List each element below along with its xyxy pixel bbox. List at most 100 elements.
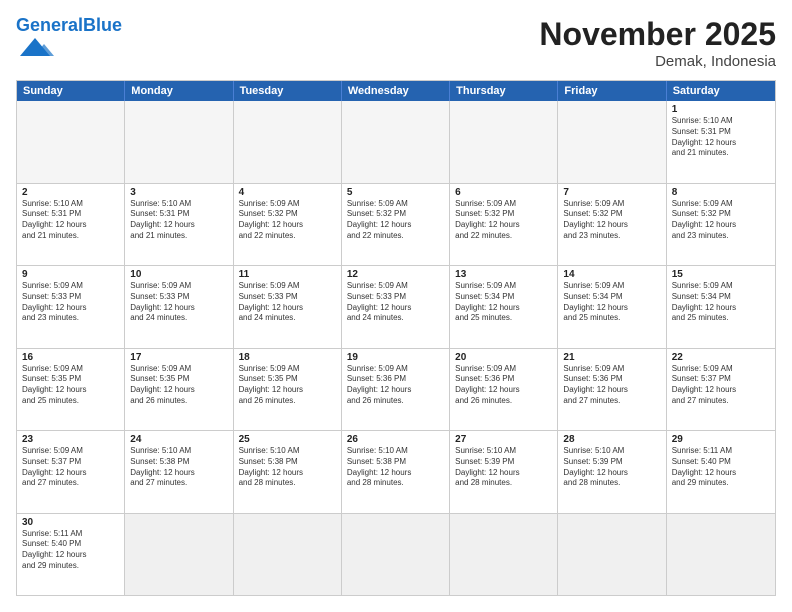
title-block: November 2025 Demak, Indonesia — [539, 16, 776, 70]
day-number: 23 — [22, 434, 119, 445]
calendar-day-cell — [667, 514, 775, 596]
day-info: Sunrise: 5:09 AM Sunset: 5:37 PM Dayligh… — [22, 446, 119, 489]
calendar-day-cell: 20Sunrise: 5:09 AM Sunset: 5:36 PM Dayli… — [450, 349, 558, 431]
day-number: 29 — [672, 434, 770, 445]
calendar-subtitle: Demak, Indonesia — [539, 53, 776, 70]
calendar-day-cell: 3Sunrise: 5:10 AM Sunset: 5:31 PM Daylig… — [125, 184, 233, 266]
day-info: Sunrise: 5:09 AM Sunset: 5:32 PM Dayligh… — [239, 199, 336, 242]
calendar-day-cell: 4Sunrise: 5:09 AM Sunset: 5:32 PM Daylig… — [234, 184, 342, 266]
calendar-day-cell: 21Sunrise: 5:09 AM Sunset: 5:36 PM Dayli… — [558, 349, 666, 431]
day-number: 14 — [563, 269, 660, 280]
logo-text: GeneralBlue — [16, 16, 122, 36]
day-number: 2 — [22, 187, 119, 198]
calendar-body: 1 Sunrise: 5:10 AM Sunset: 5:31 PM Daylig… — [17, 101, 775, 595]
calendar-day-cell — [234, 101, 342, 183]
calendar-day-cell — [342, 514, 450, 596]
day-info: Sunrise: 5:09 AM Sunset: 5:34 PM Dayligh… — [672, 281, 770, 324]
calendar-week-row: 1Sunrise: 5:10 AM Sunset: 5:31 PM Daylig… — [17, 101, 775, 183]
day-info: Sunrise: 5:09 AM Sunset: 5:32 PM Dayligh… — [672, 199, 770, 242]
calendar-day-cell: 18Sunrise: 5:09 AM Sunset: 5:35 PM Dayli… — [234, 349, 342, 431]
day-number: 3 — [130, 187, 227, 198]
calendar-header-cell: Wednesday — [342, 81, 450, 101]
calendar-day-cell: 28Sunrise: 5:10 AM Sunset: 5:39 PM Dayli… — [558, 431, 666, 513]
calendar-day-cell: 16Sunrise: 5:09 AM Sunset: 5:35 PM Dayli… — [17, 349, 125, 431]
day-info: Sunrise: 5:09 AM Sunset: 5:35 PM Dayligh… — [130, 364, 227, 407]
calendar-header-cell: Sunday — [17, 81, 125, 101]
day-info: Sunrise: 5:09 AM Sunset: 5:37 PM Dayligh… — [672, 364, 770, 407]
day-number: 11 — [239, 269, 336, 280]
calendar-day-cell — [234, 514, 342, 596]
day-number: 13 — [455, 269, 552, 280]
calendar-day-cell: 8Sunrise: 5:09 AM Sunset: 5:32 PM Daylig… — [667, 184, 775, 266]
calendar-header-cell: Monday — [125, 81, 233, 101]
day-number: 15 — [672, 269, 770, 280]
calendar-day-cell: 13Sunrise: 5:09 AM Sunset: 5:34 PM Dayli… — [450, 266, 558, 348]
calendar-header-row: SundayMondayTuesdayWednesdayThursdayFrid… — [17, 81, 775, 101]
day-number: 20 — [455, 352, 552, 363]
header: GeneralBlue November 2025 Demak, Indones… — [16, 16, 776, 70]
calendar-day-cell: 10Sunrise: 5:09 AM Sunset: 5:33 PM Dayli… — [125, 266, 233, 348]
day-number: 5 — [347, 187, 444, 198]
day-info: Sunrise: 5:09 AM Sunset: 5:32 PM Dayligh… — [347, 199, 444, 242]
calendar-week-row: 16 Sunrise: 5:09 AM Sunset: 5:35 PM Dayli… — [17, 348, 775, 431]
calendar-day-cell — [125, 514, 233, 596]
calendar-day-cell: 9Sunrise: 5:09 AM Sunset: 5:33 PM Daylig… — [17, 266, 125, 348]
day-info: Sunrise: 5:09 AM Sunset: 5:36 PM Dayligh… — [347, 364, 444, 407]
day-number: 17 — [130, 352, 227, 363]
day-number: 16 — [22, 352, 119, 363]
calendar-header-cell: Tuesday — [234, 81, 342, 101]
day-number: 12 — [347, 269, 444, 280]
calendar-day-cell: 26Sunrise: 5:10 AM Sunset: 5:38 PM Dayli… — [342, 431, 450, 513]
day-number: 22 — [672, 352, 770, 363]
day-number: 30 — [22, 517, 119, 528]
calendar-day-cell: 1Sunrise: 5:10 AM Sunset: 5:31 PM Daylig… — [667, 101, 775, 183]
logo-general: General — [16, 15, 83, 35]
day-info: Sunrise: 5:10 AM Sunset: 5:39 PM Dayligh… — [563, 446, 660, 489]
day-info: Sunrise: 5:09 AM Sunset: 5:32 PM Dayligh… — [563, 199, 660, 242]
calendar-week-row: 9 Sunrise: 5:09 AM Sunset: 5:33 PM Daylig… — [17, 265, 775, 348]
day-info: Sunrise: 5:09 AM Sunset: 5:33 PM Dayligh… — [239, 281, 336, 324]
day-number: 6 — [455, 187, 552, 198]
day-info: Sunrise: 5:09 AM Sunset: 5:33 PM Dayligh… — [347, 281, 444, 324]
calendar-day-cell: 7Sunrise: 5:09 AM Sunset: 5:32 PM Daylig… — [558, 184, 666, 266]
calendar-day-cell: 2Sunrise: 5:10 AM Sunset: 5:31 PM Daylig… — [17, 184, 125, 266]
day-number: 19 — [347, 352, 444, 363]
day-info: Sunrise: 5:11 AM Sunset: 5:40 PM Dayligh… — [672, 446, 770, 489]
calendar-day-cell: 24Sunrise: 5:10 AM Sunset: 5:38 PM Dayli… — [125, 431, 233, 513]
calendar-header-cell: Thursday — [450, 81, 558, 101]
calendar-day-cell: 30Sunrise: 5:11 AM Sunset: 5:40 PM Dayli… — [17, 514, 125, 596]
day-number: 26 — [347, 434, 444, 445]
day-number: 1 — [672, 104, 770, 115]
calendar-day-cell: 29Sunrise: 5:11 AM Sunset: 5:40 PM Dayli… — [667, 431, 775, 513]
calendar-day-cell — [342, 101, 450, 183]
calendar-day-cell: 6Sunrise: 5:09 AM Sunset: 5:32 PM Daylig… — [450, 184, 558, 266]
calendar-day-cell: 14Sunrise: 5:09 AM Sunset: 5:34 PM Dayli… — [558, 266, 666, 348]
day-number: 24 — [130, 434, 227, 445]
day-number: 9 — [22, 269, 119, 280]
calendar-week-row: 23Sunrise: 5:09 AM Sunset: 5:37 PM Dayli… — [17, 430, 775, 513]
calendar-day-cell: 25Sunrise: 5:10 AM Sunset: 5:38 PM Dayli… — [234, 431, 342, 513]
logo-icon — [16, 38, 54, 56]
day-info: Sunrise: 5:09 AM Sunset: 5:36 PM Dayligh… — [563, 364, 660, 407]
day-info: Sunrise: 5:09 AM Sunset: 5:35 PM Dayligh… — [239, 364, 336, 407]
calendar-week-row: 2Sunrise: 5:10 AM Sunset: 5:31 PM Daylig… — [17, 183, 775, 266]
day-info: Sunrise: 5:10 AM Sunset: 5:38 PM Dayligh… — [130, 446, 227, 489]
day-info: Sunrise: 5:11 AM Sunset: 5:40 PM Dayligh… — [22, 529, 119, 572]
day-info: Sunrise: 5:10 AM Sunset: 5:31 PM Dayligh… — [22, 199, 119, 242]
day-info: Sunrise: 5:09 AM Sunset: 5:32 PM Dayligh… — [455, 199, 552, 242]
calendar-day-cell: 11Sunrise: 5:09 AM Sunset: 5:33 PM Dayli… — [234, 266, 342, 348]
calendar-day-cell: 15Sunrise: 5:09 AM Sunset: 5:34 PM Dayli… — [667, 266, 775, 348]
calendar-day-cell — [450, 514, 558, 596]
calendar: SundayMondayTuesdayWednesdayThursdayFrid… — [16, 80, 776, 596]
calendar-day-cell — [558, 514, 666, 596]
day-info: Sunrise: 5:10 AM Sunset: 5:31 PM Dayligh… — [130, 199, 227, 242]
day-info: Sunrise: 5:09 AM Sunset: 5:33 PM Dayligh… — [130, 281, 227, 324]
day-number: 25 — [239, 434, 336, 445]
calendar-day-cell: 19Sunrise: 5:09 AM Sunset: 5:36 PM Dayli… — [342, 349, 450, 431]
day-info: Sunrise: 5:09 AM Sunset: 5:36 PM Dayligh… — [455, 364, 552, 407]
day-number: 21 — [563, 352, 660, 363]
calendar-day-cell — [125, 101, 233, 183]
calendar-header-cell: Friday — [558, 81, 666, 101]
day-number: 7 — [563, 187, 660, 198]
logo-blue: Blue — [83, 15, 122, 35]
